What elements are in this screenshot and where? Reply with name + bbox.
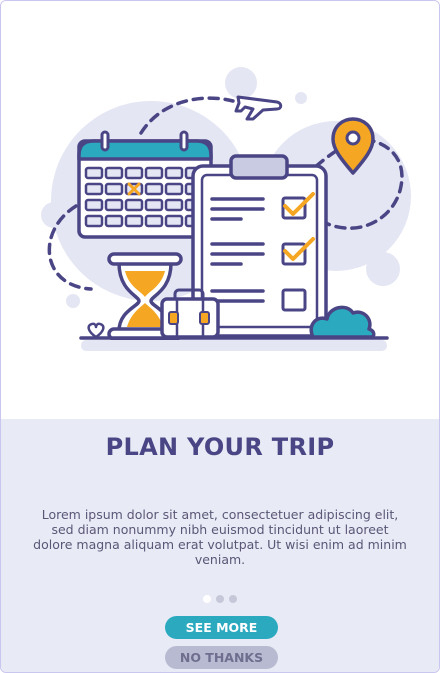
- airplane-icon: [234, 95, 283, 121]
- page-title: PLAN YOUR TRIP: [105, 433, 335, 461]
- heart-icon: [87, 322, 105, 339]
- no-thanks-button[interactable]: NO THANKS: [165, 646, 278, 669]
- pagination-dot-2[interactable]: [216, 595, 224, 603]
- calendar-icon: [77, 130, 213, 239]
- onboarding-card: PLAN YOUR TRIP Lorem ipsum dolor sit ame…: [0, 0, 440, 673]
- pagination-dot-1[interactable]: [203, 595, 211, 603]
- onboarding-panel: PLAN YOUR TRIP Lorem ipsum dolor sit ame…: [1, 419, 439, 672]
- pagination-dot-3[interactable]: [229, 595, 237, 603]
- pagination-dots: [1, 595, 439, 603]
- trip-planning-illustration: [41, 67, 411, 351]
- hero-illustration: [1, 1, 439, 419]
- see-more-button[interactable]: SEE MORE: [165, 616, 278, 639]
- description-text: Lorem ipsum dolor sit amet, consectetuer…: [33, 507, 407, 567]
